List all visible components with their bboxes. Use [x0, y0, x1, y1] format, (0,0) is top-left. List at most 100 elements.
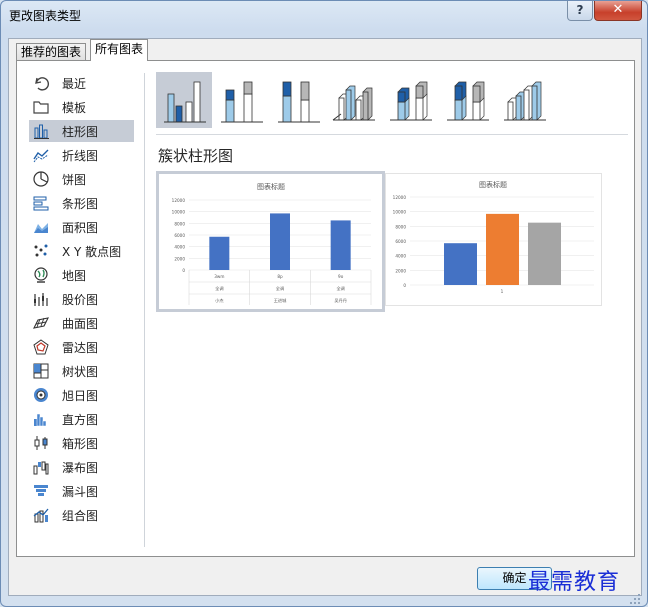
- category-label: 曲面图: [62, 316, 99, 331]
- category-item-stock-chart[interactable]: 股价图: [29, 288, 134, 310]
- tab-all-charts[interactable]: 所有图表: [90, 39, 149, 61]
- resize-grip-icon[interactable]: [629, 593, 641, 605]
- preview2-ytick: 10000: [393, 210, 407, 215]
- category-label: 瀑布图: [62, 460, 99, 475]
- preview1-xlabel-row2: 全调: [276, 285, 284, 292]
- preview1-ytick: 0: [182, 268, 185, 273]
- bar-chart-icon: [33, 196, 49, 211]
- subtype-100-stacked-column[interactable]: [270, 72, 326, 128]
- preview1-xlabel-row2: 全调: [215, 285, 223, 292]
- 3d-100-stacked-column-icon: [447, 81, 489, 121]
- category-item-surface-chart[interactable]: 曲面图: [29, 312, 134, 334]
- radar-chart-icon: [33, 339, 49, 355]
- category-item-area-chart[interactable]: 面积图: [29, 216, 134, 238]
- category-label: 箱形图: [62, 436, 99, 451]
- category-item-box-whisker-chart[interactable]: 箱形图: [29, 432, 134, 454]
- map-chart-icon: [34, 267, 48, 283]
- chart-preview-1[interactable]: 图表标题 12000 10000 8000 6000 4000 2000 0 3wm 全调 小杰 8p…: [156, 171, 385, 312]
- preview2-ytick: 8000: [395, 224, 406, 229]
- category-item-funnel-chart[interactable]: 漏斗图: [29, 480, 134, 502]
- category-item-recent[interactable]: 最近: [29, 72, 134, 94]
- recent-icon: [35, 77, 50, 91]
- category-label: 柱形图: [62, 124, 99, 139]
- preview1-xlabel-row3: 小杰: [215, 297, 223, 304]
- 3d-column-icon: [504, 81, 546, 121]
- category-item-sunburst-chart[interactable]: 旭日图: [29, 384, 134, 406]
- category-label: 饼图: [62, 172, 87, 187]
- subtype-3d-stacked-column[interactable]: [384, 72, 440, 128]
- category-item-histogram-chart[interactable]: 直方图: [29, 408, 134, 430]
- category-item-column-chart[interactable]: 柱形图: [29, 120, 134, 142]
- category-item-pie-chart[interactable]: 饼图: [29, 168, 134, 190]
- category-label: X Y 散点图: [62, 244, 122, 259]
- preview1-ytick: 12000: [172, 198, 186, 203]
- category-item-radar-chart[interactable]: 雷达图: [29, 336, 134, 358]
- title-bar[interactable]: 更改图表类型 ? ✕: [1, 1, 647, 29]
- stacked-column-icon: [221, 81, 263, 123]
- preview1-xlabel-row1: 3wm: [214, 274, 224, 279]
- category-label: 面积图: [62, 220, 99, 235]
- help-button[interactable]: ?: [567, 1, 593, 21]
- treemap-chart-icon: [33, 363, 49, 379]
- subtype-separator: [156, 134, 628, 135]
- category-label: 折线图: [62, 148, 99, 163]
- preview1-title: 图表标题: [257, 182, 285, 191]
- histogram-chart-icon: [34, 413, 47, 427]
- preview1-xlabel-row3: 吴丹丹: [334, 298, 347, 304]
- preview1-bar: [270, 213, 290, 270]
- all-charts-panel: 最近模板柱形图折线图饼图条形图面积图 X Y 散点图 地图股价图曲面图雷达图树状图旭…: [16, 60, 635, 557]
- preview2-bar: [444, 243, 477, 285]
- box-whisker-chart-icon: [34, 436, 48, 450]
- chart-preview-1-svg: 图表标题 12000 10000 8000 6000 4000 2000 0 3wm 全调小杰 8p…: [172, 182, 372, 305]
- preview1-ytick: 2000: [174, 256, 185, 261]
- folder-icon: [33, 101, 49, 114]
- chart-preview-2-svg: 图表标题 12000 10000 8000 6000 4000 2000 0 1: [393, 180, 594, 294]
- area-chart-icon: [34, 223, 48, 233]
- preview2-ytick: 0: [403, 283, 406, 288]
- category-label: 股价图: [62, 292, 99, 307]
- category-item-map-chart[interactable]: 地图: [29, 264, 134, 286]
- dialog-body: 推荐的图表 所有图表 最近模板柱形图折线图饼图条形图面积图 X Y 散点图 地图股价…: [8, 38, 642, 596]
- preview2-xlabel: 1: [501, 289, 504, 294]
- preview1-xlabel-row2: 全调: [336, 285, 344, 292]
- line-chart-icon: [33, 149, 49, 163]
- chart-preview-2[interactable]: 图表标题 12000 10000 8000 6000 4000 2000 0 1: [385, 173, 602, 306]
- preview1-ytick: 6000: [174, 233, 185, 238]
- clustered-column-icon: [164, 81, 206, 123]
- category-label: 漏斗图: [62, 484, 99, 499]
- preview2-ytick: 4000: [395, 254, 406, 259]
- category-label: 旭日图: [62, 388, 99, 403]
- preview1-xlabel-row1: 8p: [277, 274, 283, 279]
- subtype-3d-clustered-column[interactable]: [327, 72, 383, 128]
- category-label: 模板: [62, 100, 87, 115]
- subtype-clustered-column[interactable]: [156, 72, 212, 128]
- category-label: 树状图: [62, 364, 99, 379]
- category-item-combo-chart[interactable]: 组合图: [29, 504, 134, 526]
- surface-chart-icon: [33, 317, 49, 329]
- preview1-xlabel-row3: 王进城: [274, 297, 287, 304]
- category-item-line-chart[interactable]: 折线图: [29, 144, 134, 166]
- category-item-treemap-chart[interactable]: 树状图: [29, 360, 134, 382]
- preview2-ytick: 2000: [395, 268, 406, 273]
- close-button[interactable]: ✕: [594, 1, 642, 21]
- category-item-bar-chart[interactable]: 条形图: [29, 192, 134, 214]
- category-item-scatter-chart[interactable]: X Y 散点图: [29, 240, 134, 262]
- subtype-3d-100-stacked-column[interactable]: [441, 72, 497, 128]
- category-item-folder[interactable]: 模板: [29, 96, 134, 118]
- change-chart-type-dialog: 更改图表类型 ? ✕ 推荐的图表 所有图表 最近模板柱形图折线图饼图条形图面积图…: [0, 0, 648, 607]
- category-item-waterfall-chart[interactable]: 瀑布图: [29, 456, 134, 478]
- preview1-xlabel-row1: 9o: [338, 274, 344, 279]
- preview2-ytick: 12000: [393, 195, 407, 200]
- 3d-clustered-column-icon: [332, 85, 375, 121]
- subtype-3d-column[interactable]: [498, 72, 554, 128]
- category-label: 条形图: [62, 196, 99, 211]
- subtype-stacked-column[interactable]: [213, 72, 269, 128]
- category-label: 地图: [62, 268, 87, 283]
- tab-recommended-charts[interactable]: 推荐的图表: [16, 43, 87, 60]
- sunburst-chart-icon: [34, 388, 48, 402]
- funnel-chart-icon: [34, 485, 48, 496]
- preview2-ytick: 6000: [395, 239, 406, 244]
- preview1-ytick: 8000: [174, 221, 185, 226]
- preview1-bar: [209, 236, 230, 270]
- waterfall-chart-icon: [33, 461, 49, 475]
